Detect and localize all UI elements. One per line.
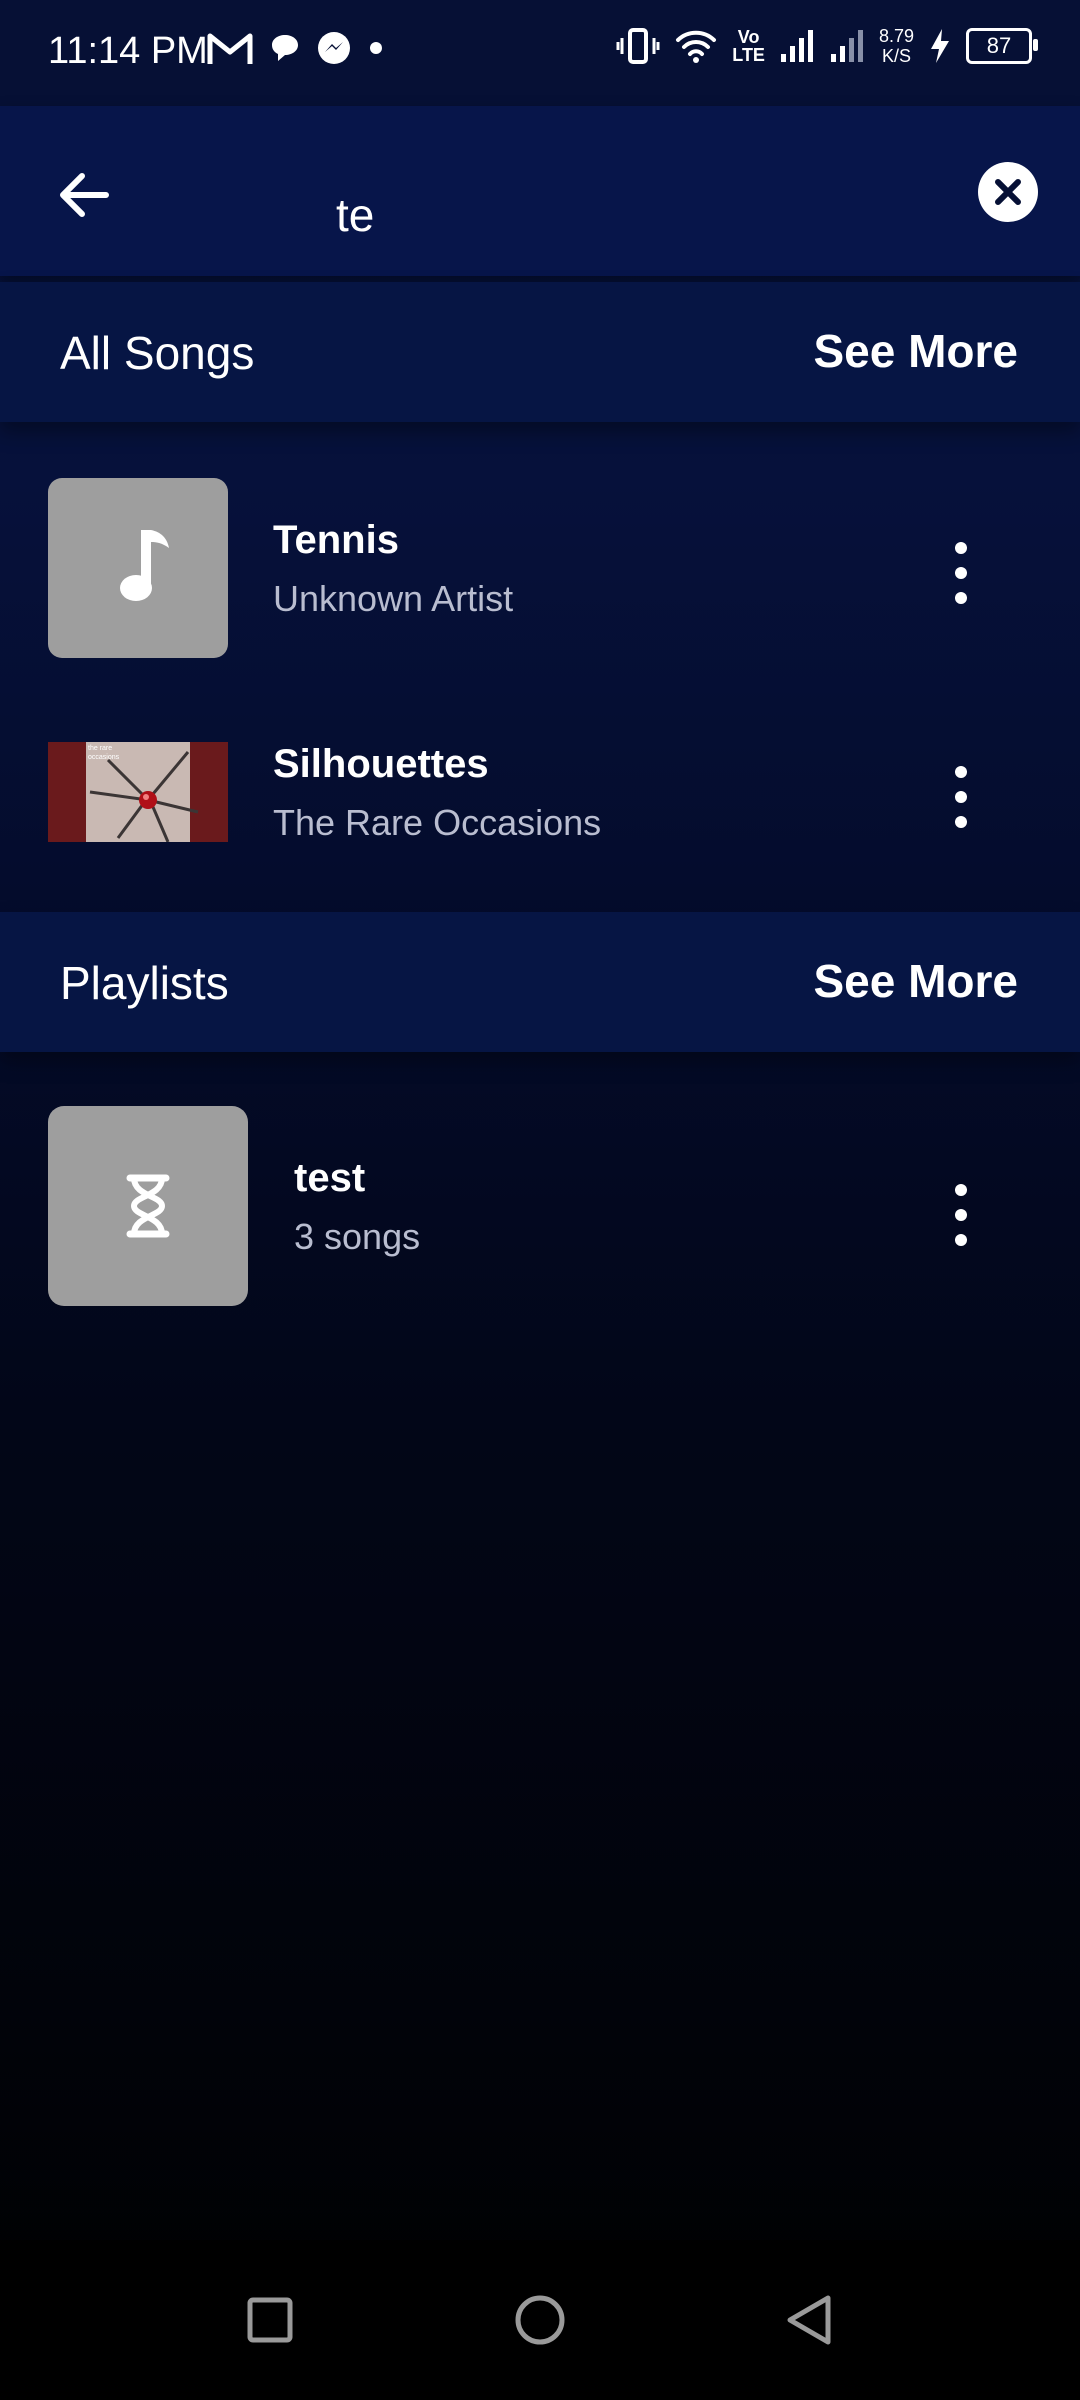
system-navigation-bar bbox=[0, 2240, 1080, 2400]
hourglass-icon bbox=[126, 1174, 170, 1238]
songs-section-title: All Songs bbox=[60, 327, 255, 379]
gmail-icon bbox=[207, 33, 253, 64]
playlists-see-more-button[interactable]: See More bbox=[813, 954, 1018, 1008]
speed-value: 8.79 bbox=[878, 26, 914, 46]
wifi-icon bbox=[676, 30, 717, 63]
album-art-image bbox=[86, 742, 199, 842]
playlist-title: test bbox=[294, 1156, 366, 1200]
more-options-icon[interactable] bbox=[946, 1180, 976, 1250]
speed-unit: K/S bbox=[881, 46, 911, 66]
search-bar: te bbox=[0, 106, 1080, 276]
song-artist: The Rare Occasions bbox=[273, 802, 602, 843]
search-input[interactable]: te bbox=[336, 188, 374, 242]
music-note-icon bbox=[120, 530, 169, 601]
messenger-icon bbox=[318, 32, 350, 64]
volte-indicator: Vo LTE bbox=[732, 28, 765, 64]
more-notifications-dot-icon bbox=[370, 42, 382, 54]
songs-section-header: All Songs See More bbox=[0, 282, 1080, 422]
song-thumbnail bbox=[48, 478, 228, 658]
signal-strength-icon bbox=[780, 30, 813, 62]
status-bar: 11:14 PM Vo LTE 8.79 K/S 87 bbox=[0, 0, 1080, 106]
notification-icons bbox=[206, 30, 386, 66]
playlists-section-title: Playlists bbox=[60, 957, 229, 1009]
signal-strength-2-icon bbox=[830, 30, 863, 62]
playlists-section-header: Playlists See More bbox=[0, 912, 1080, 1052]
album-art-label: the rare occasions bbox=[88, 745, 120, 761]
status-right-icons: Vo LTE 8.79 K/S 87 bbox=[616, 26, 1038, 66]
song-row-silhouettes[interactable]: the rare occasions Silhouettes The Rare … bbox=[0, 682, 1080, 902]
song-title: Tennis bbox=[273, 518, 399, 562]
status-time: 11:14 PM bbox=[48, 30, 208, 72]
close-icon bbox=[995, 179, 1021, 205]
more-options-icon[interactable] bbox=[946, 538, 976, 608]
more-options-icon[interactable] bbox=[946, 762, 976, 832]
volte-bottom: LTE bbox=[732, 45, 765, 65]
song-artist: Unknown Artist bbox=[273, 578, 514, 619]
home-icon[interactable] bbox=[500, 2280, 580, 2360]
recent-apps-icon[interactable] bbox=[230, 2280, 310, 2360]
network-speed: 8.79 K/S bbox=[879, 26, 914, 66]
chat-bubble-icon bbox=[272, 35, 298, 61]
battery-level: 87 bbox=[986, 33, 1012, 58]
charging-bolt-icon bbox=[931, 29, 949, 63]
album-art: the rare occasions bbox=[48, 742, 228, 842]
volte-top: Vo bbox=[737, 27, 760, 47]
playlist-thumbnail bbox=[48, 1106, 248, 1306]
playlist-song-count: 3 songs bbox=[294, 1216, 421, 1257]
song-row-tennis[interactable]: Tennis Unknown Artist bbox=[0, 458, 1080, 678]
songs-see-more-button[interactable]: See More bbox=[813, 324, 1018, 378]
back-arrow-icon[interactable] bbox=[50, 160, 120, 230]
back-nav-icon[interactable] bbox=[770, 2280, 850, 2360]
vibrate-icon bbox=[616, 28, 660, 64]
playlist-row-test[interactable]: test 3 songs bbox=[0, 1086, 1080, 1326]
clear-search-button[interactable] bbox=[978, 162, 1038, 222]
battery-indicator: 87 bbox=[966, 28, 1038, 64]
song-title: Silhouettes bbox=[273, 742, 489, 786]
